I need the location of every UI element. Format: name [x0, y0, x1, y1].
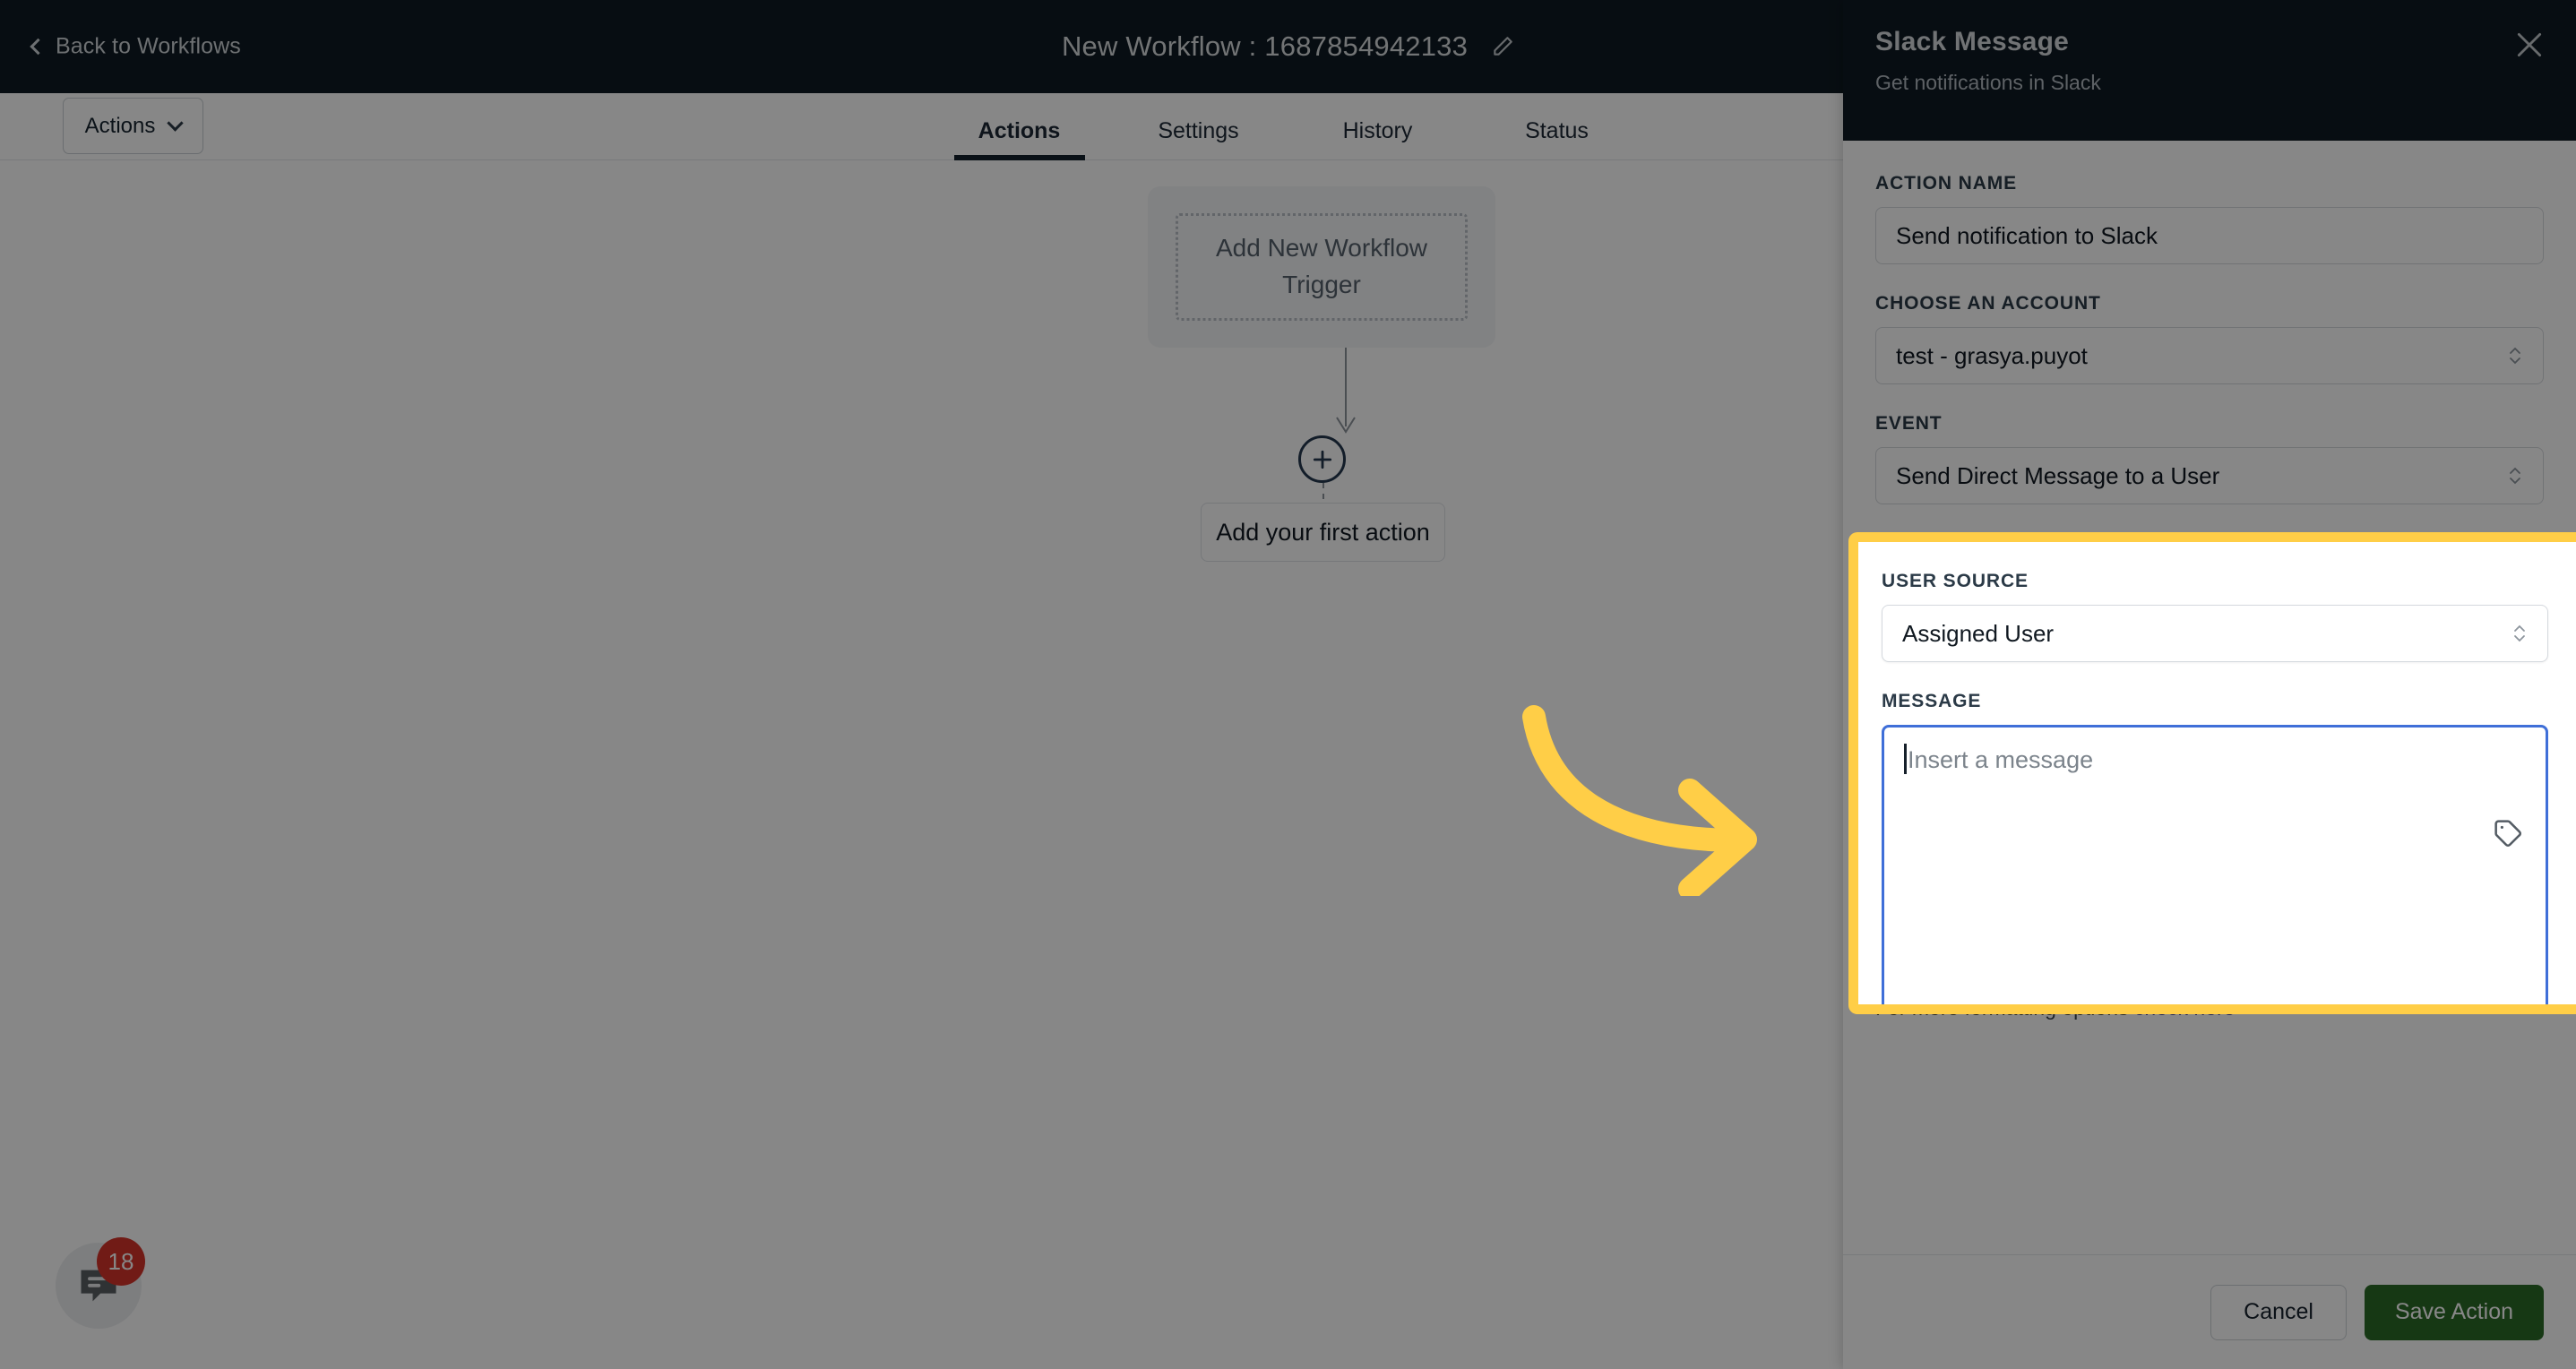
add-first-action-button[interactable]: Add your first action: [1201, 503, 1445, 562]
workflow-trigger-node[interactable]: Add New Workflow Trigger: [1148, 186, 1495, 348]
user-source-select[interactable]: Assigned User: [1882, 605, 2548, 662]
close-icon[interactable]: [2511, 27, 2547, 63]
message-textarea[interactable]: Insert a message: [1882, 725, 2548, 1004]
tag-icon[interactable]: [2492, 817, 2524, 849]
cancel-button[interactable]: Cancel: [2210, 1284, 2347, 1340]
field-action-name: ACTION NAME Send notification to Slack: [1875, 173, 2544, 264]
app-root: Back to Workflows New Workflow : 1687854…: [0, 0, 2576, 1369]
pencil-icon[interactable]: [1491, 35, 1514, 58]
action-name-input[interactable]: Send notification to Slack: [1875, 207, 2544, 264]
back-to-workflows-label: Back to Workflows: [56, 33, 241, 59]
panel-header: Slack Message Get notifications in Slack: [1843, 0, 2576, 141]
save-action-label: Save Action: [2394, 1299, 2513, 1324]
account-label: CHOOSE AN ACCOUNT: [1875, 293, 2101, 314]
panel-footer: Cancel Save Action: [1843, 1254, 2576, 1369]
account-value: test - grasya.puyot: [1896, 341, 2088, 369]
page-title: New Workflow : 1687854942133: [1061, 30, 1469, 62]
chevron-updown-icon: [2507, 342, 2523, 369]
event-label: EVENT: [1875, 413, 1943, 434]
field-message-highlighted: MESSAGE Insert a message: [1882, 691, 2550, 1004]
tab-status-label: Status: [1525, 118, 1589, 143]
panel-subtitle: Get notifications in Slack: [1875, 71, 2101, 94]
user-source-value: Assigned User: [1902, 619, 2055, 647]
trigger-placeholder-label: Add New Workflow Trigger: [1176, 213, 1468, 321]
tab-history-label: History: [1342, 118, 1413, 143]
user-source-label: USER SOURCE: [1882, 571, 2029, 591]
tab-actions-label: Actions: [978, 118, 1061, 143]
field-user-source-highlighted: USER SOURCE Assigned User: [1882, 571, 2550, 662]
chat-unread-badge: 18: [97, 1237, 145, 1286]
save-action-button[interactable]: Save Action: [2364, 1284, 2544, 1340]
highlight-callout: USER SOURCE Assigned User MESSAGE Insert…: [1848, 532, 2576, 1014]
action-name-value: Send notification to Slack: [1896, 221, 2158, 249]
tab-history[interactable]: History: [1288, 118, 1468, 160]
add-node-plus-button[interactable]: [1298, 435, 1346, 483]
message-label: MESSAGE: [1882, 691, 1982, 711]
workflow-canvas[interactable]: Add New Workflow Trigger Add your first …: [0, 160, 1843, 1369]
tab-actions[interactable]: Actions: [930, 118, 1109, 160]
text-cursor: [1904, 744, 1907, 774]
event-select[interactable]: Send Direct Message to a User: [1875, 447, 2544, 504]
field-choose-account: CHOOSE AN ACCOUNT test - grasya.puyot: [1875, 293, 2544, 384]
chevron-updown-icon: [2511, 620, 2528, 647]
add-first-action-label: Add your first action: [1216, 518, 1430, 546]
plus-icon: [1313, 450, 1331, 469]
message-placeholder: Insert a message: [1908, 746, 2094, 773]
event-value: Send Direct Message to a User: [1896, 461, 2220, 489]
tab-settings[interactable]: Settings: [1109, 118, 1288, 160]
tab-status[interactable]: Status: [1468, 118, 1647, 160]
connector-arrow: [1336, 348, 1356, 434]
chevron-updown-icon: [2507, 462, 2523, 489]
back-to-workflows-link[interactable]: Back to Workflows: [30, 33, 241, 60]
action-name-label: ACTION NAME: [1875, 173, 2018, 194]
panel-title: Slack Message: [1875, 27, 2070, 56]
chevron-left-icon: [30, 38, 47, 55]
highlight-content: USER SOURCE Assigned User MESSAGE Insert…: [1858, 542, 2576, 1004]
field-event: EVENT Send Direct Message to a User: [1875, 413, 2544, 504]
support-chat-button[interactable]: 18: [56, 1237, 145, 1329]
tab-settings-label: Settings: [1158, 118, 1239, 143]
cancel-label: Cancel: [2244, 1299, 2313, 1324]
account-select[interactable]: test - grasya.puyot: [1875, 327, 2544, 384]
